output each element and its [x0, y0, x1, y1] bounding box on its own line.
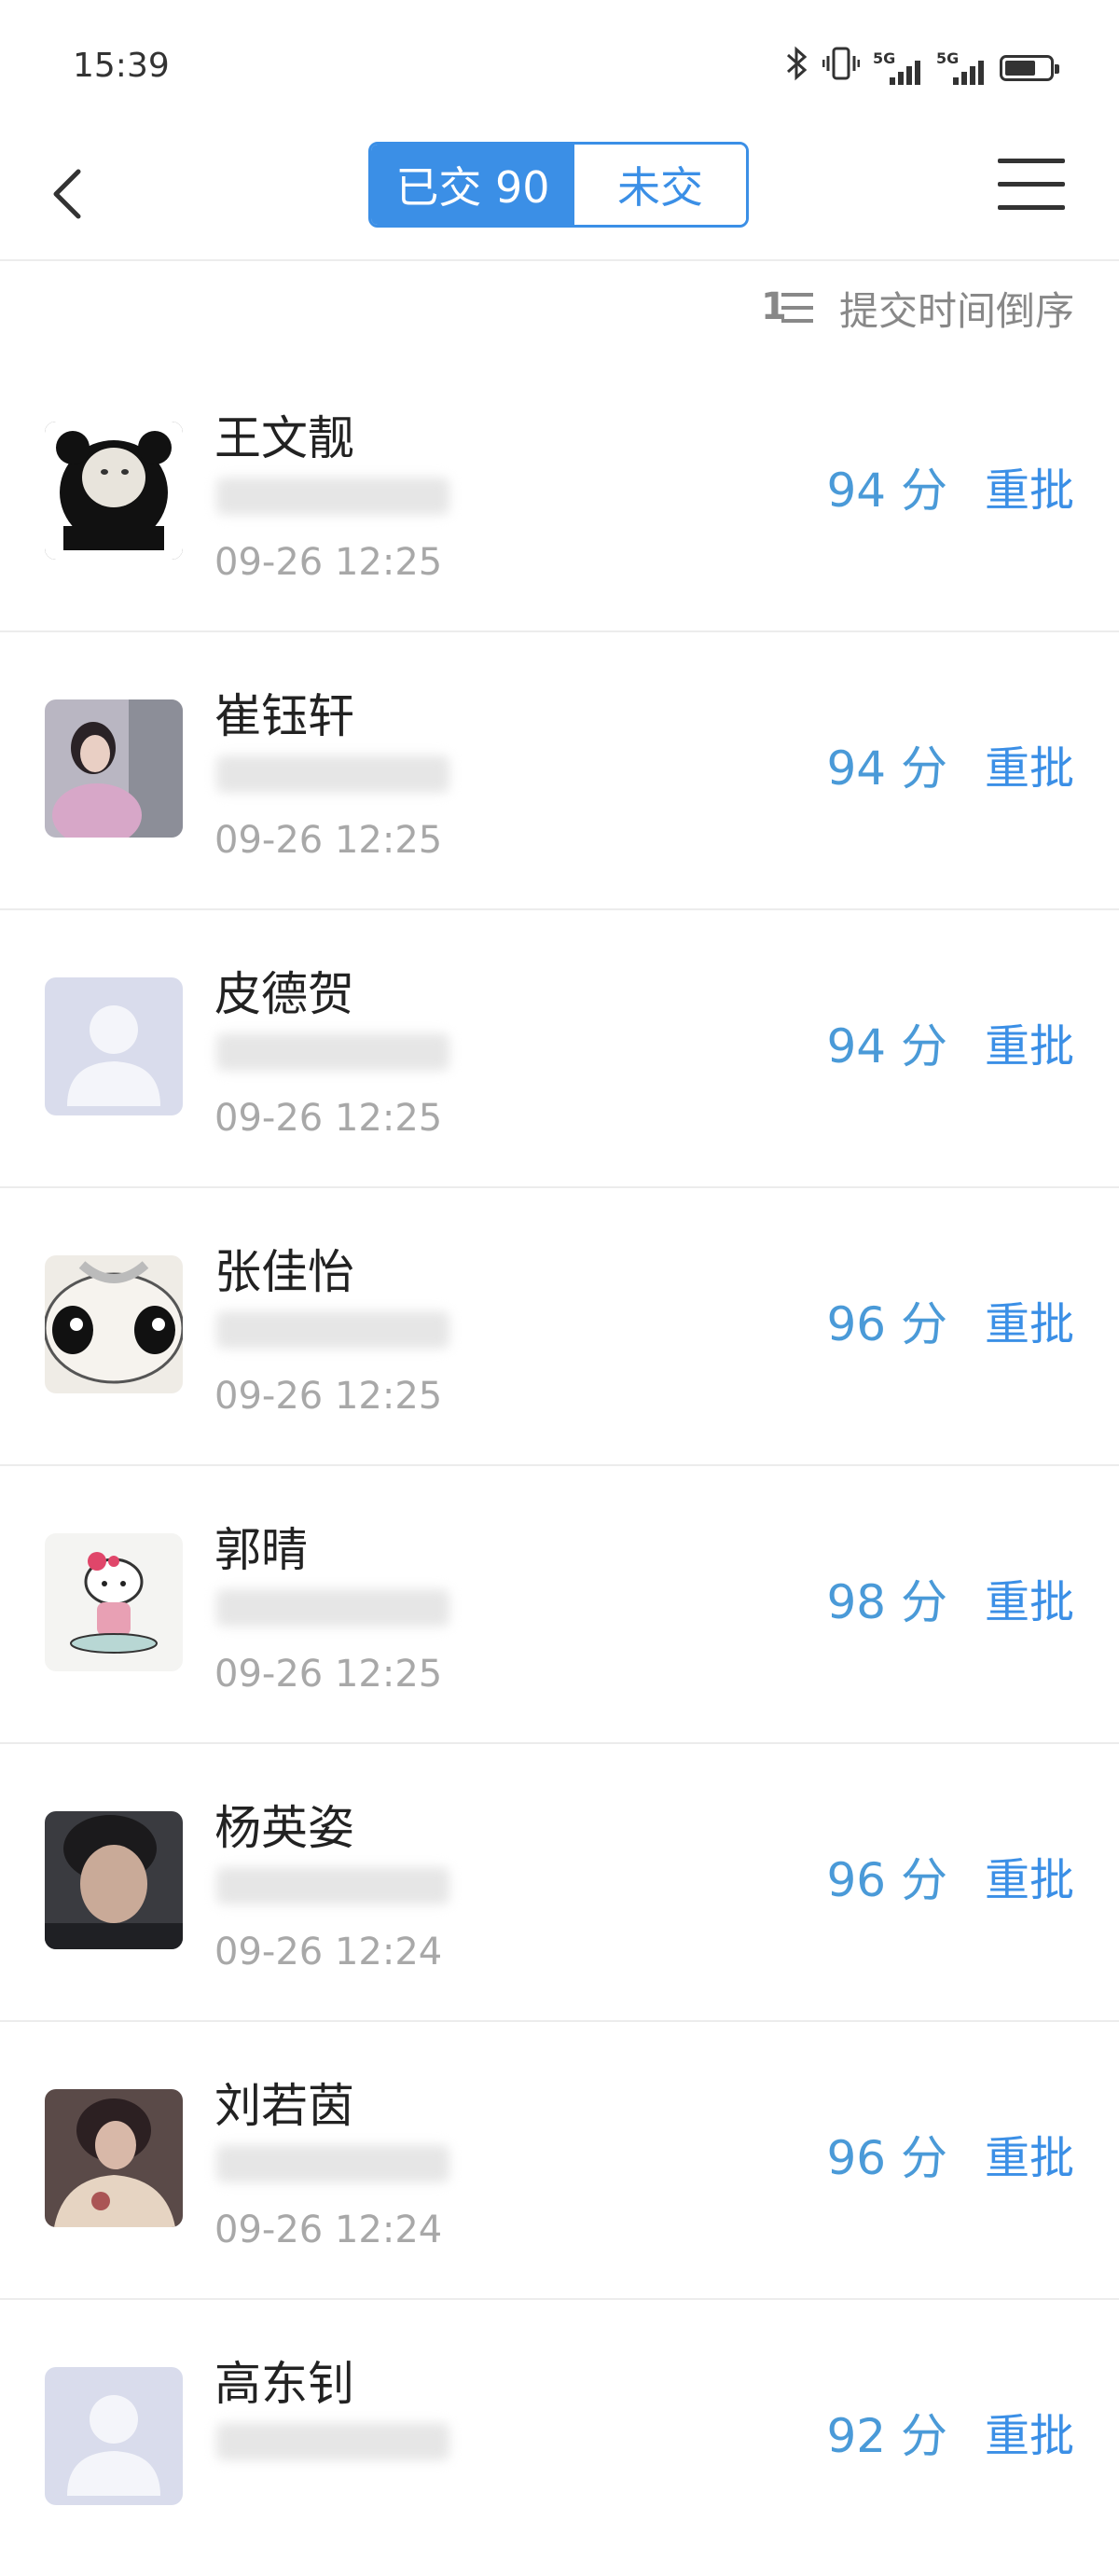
regrade-button[interactable]: 重批 [985, 1565, 1074, 1630]
status-icons: 5G 5G [785, 45, 1059, 90]
regrade-button[interactable]: 重批 [985, 1843, 1074, 1908]
list-item[interactable]: 高东钊 92 分 重批 [0, 2300, 1119, 2576]
submit-time: 09-26 12:24 [214, 1931, 443, 1974]
submit-time: 09-26 12:25 [214, 1097, 443, 1140]
list-item[interactable]: 崔钰轩 09-26 12:25 94 分 重批 [0, 632, 1119, 910]
signal-icon-2: 5G [936, 49, 987, 87]
score: 94 分 [826, 1019, 947, 1073]
student-name: 张佳怡 [214, 1245, 354, 1299]
avatar [45, 1533, 183, 1671]
submit-time: 09-26 12:25 [214, 541, 443, 584]
blurred-id [216, 2145, 449, 2182]
blurred-id [216, 1589, 449, 1627]
regrade-button[interactable]: 重批 [985, 731, 1074, 796]
list-item[interactable]: 王文靓 09-26 12:25 94 分 重批 [0, 354, 1119, 632]
list-item[interactable]: 张佳怡 09-26 12:25 96 分 重批 [0, 1188, 1119, 1466]
regrade-button[interactable]: 重批 [985, 1009, 1074, 1074]
sort-icon: 1 [761, 285, 817, 332]
top-bar: 已交 90 未交 [0, 131, 1119, 261]
tab-submitted[interactable]: 已交 90 [371, 145, 574, 225]
blurred-id [216, 1867, 449, 1904]
score: 94 分 [826, 464, 947, 518]
avatar [45, 2089, 183, 2227]
avatar [45, 422, 183, 560]
score: 94 分 [826, 741, 947, 796]
back-button[interactable] [43, 157, 90, 231]
student-name: 皮德贺 [214, 967, 354, 1021]
submit-time: 09-26 12:25 [214, 1375, 443, 1418]
signal-icon-1: 5G [873, 49, 923, 87]
avatar [45, 977, 183, 1115]
list-item[interactable]: 刘若茵 09-26 12:24 96 分 重批 [0, 2022, 1119, 2300]
chevron-left-icon [53, 169, 81, 219]
bluetooth-icon [785, 45, 809, 90]
submit-time: 09-26 12:24 [214, 2209, 443, 2251]
regrade-button[interactable]: 重批 [985, 2399, 1074, 2464]
list-item[interactable]: 杨英姿 09-26 12:24 96 分 重批 [0, 1744, 1119, 2022]
blurred-id [216, 2423, 449, 2460]
blurred-id [216, 755, 449, 793]
sort-button[interactable]: 1 提交时间倒序 [761, 280, 1074, 337]
blurred-id [216, 1033, 449, 1071]
student-name: 杨英姿 [214, 1801, 354, 1855]
menu-button[interactable] [998, 159, 1065, 215]
regrade-button[interactable]: 重批 [985, 1287, 1074, 1352]
avatar [45, 699, 183, 838]
score: 98 分 [826, 1575, 947, 1629]
avatar [45, 1255, 183, 1393]
list-item[interactable]: 郭晴 09-26 12:25 98 分 重批 [0, 1466, 1119, 1744]
blurred-id [216, 1311, 449, 1349]
score: 92 分 [826, 2409, 947, 2463]
score: 96 分 [826, 1297, 947, 1351]
status-time: 15:39 [73, 47, 170, 85]
avatar [45, 1811, 183, 1949]
submission-tabs: 已交 90 未交 [368, 142, 749, 228]
status-bar: 15:39 5G 5G [0, 0, 1119, 131]
battery-icon [1000, 54, 1059, 81]
student-name: 王文靓 [214, 411, 354, 465]
submit-time: 09-26 12:25 [214, 819, 443, 862]
score: 96 分 [826, 2131, 947, 2185]
menu-icon [998, 159, 1065, 163]
blurred-id [216, 478, 449, 515]
student-name: 高东钊 [214, 2357, 354, 2411]
regrade-button[interactable]: 重批 [985, 2121, 1074, 2186]
student-list: 王文靓 09-26 12:25 94 分 重批 崔钰轩 09-26 12:25 … [0, 354, 1119, 2576]
vibrate-icon [822, 45, 861, 90]
score: 96 分 [826, 1853, 947, 1907]
student-name: 刘若茵 [214, 2079, 354, 2133]
student-name: 崔钰轩 [214, 689, 354, 743]
tab-not-submitted[interactable]: 未交 [574, 145, 746, 225]
submit-time: 09-26 12:25 [214, 1653, 443, 1696]
list-item[interactable]: 皮德贺 09-26 12:25 94 分 重批 [0, 910, 1119, 1188]
regrade-button[interactable]: 重批 [985, 453, 1074, 519]
sort-label: 提交时间倒序 [838, 288, 1074, 334]
student-name: 郭晴 [214, 1523, 308, 1577]
